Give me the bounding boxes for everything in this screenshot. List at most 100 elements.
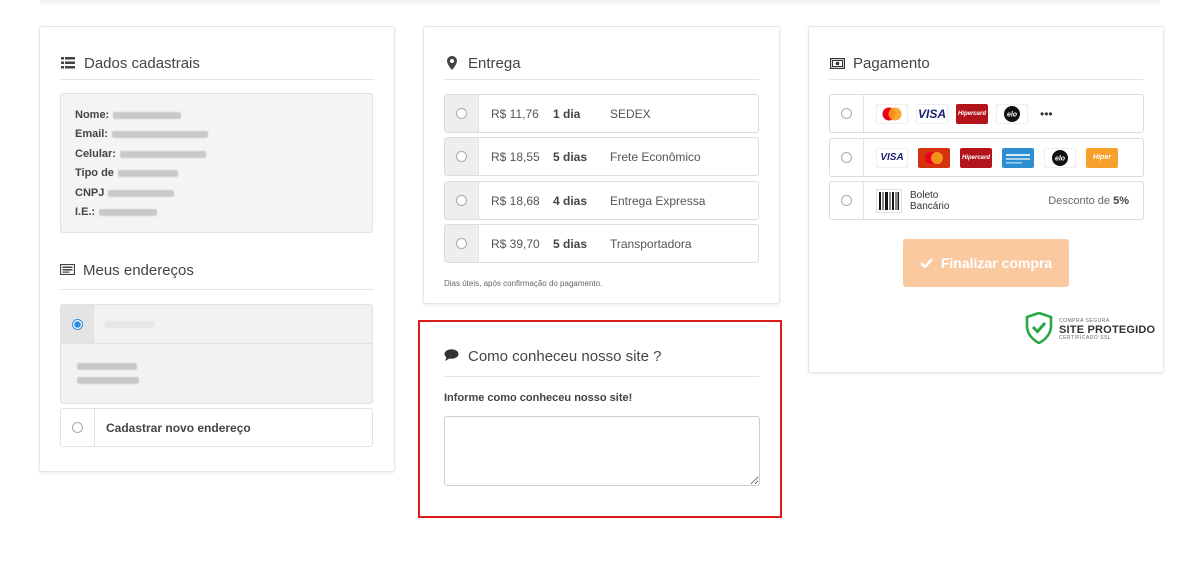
meus-enderecos-title: Meus endereços [59, 251, 374, 290]
info-row-email: Email: [75, 125, 358, 144]
hipercard-icon: Hipercard [956, 103, 988, 124]
payment-radio[interactable] [841, 195, 852, 206]
mastercard-icon [876, 103, 908, 124]
shipping-note: Dias úteis, após confirmação do pagament… [444, 279, 603, 288]
check-icon [920, 255, 933, 271]
entrega-panel: Entrega R$ 11,76 1 dia SEDEX R$ 18,55 5 … [423, 26, 780, 304]
more-cards-icon: ••• [1040, 106, 1053, 121]
payment-radio[interactable] [841, 152, 852, 163]
redacted-value [112, 131, 209, 139]
shipping-radio[interactable] [456, 238, 467, 249]
shipping-option-economico[interactable]: R$ 18,55 5 dias Frete Econômico [444, 137, 759, 176]
site-protegido-seal: COMPRA SEGURA SITE PROTEGIDO CERTIFICADO… [1025, 311, 1155, 349]
shipping-name: SEDEX [610, 106, 651, 121]
elo-icon: elo [1044, 147, 1076, 168]
redacted-value [77, 363, 137, 370]
boleto-label: Boleto Bancário [910, 190, 949, 212]
pagamento-panel: Pagamento VISA Hipercard elo ••• VISA Hi… [808, 26, 1164, 373]
shipping-option-sedex[interactable]: R$ 11,76 1 dia SEDEX [444, 94, 759, 133]
info-label: Tipo de [75, 167, 114, 180]
redacted-value [77, 377, 139, 384]
new-address-radio-cell [61, 409, 95, 446]
shield-check-icon [1025, 311, 1053, 349]
redacted-value [119, 150, 206, 158]
redacted-value [99, 209, 158, 217]
shipping-radio-cell [445, 138, 479, 175]
saved-address-option[interactable] [60, 304, 373, 404]
info-row-ie: I.E.: [75, 203, 358, 222]
shipping-radio-cell [445, 225, 479, 262]
entrega-label: Entrega [468, 54, 521, 72]
shipping-radio[interactable] [456, 151, 467, 162]
barcode-icon [876, 188, 902, 213]
shipping-radio[interactable] [456, 195, 467, 206]
top-shadow [40, 0, 1160, 6]
finalizar-compra-label: Finalizar compra [940, 255, 1053, 271]
redacted-value [105, 321, 155, 328]
shipping-name: Frete Econômico [610, 149, 701, 164]
visa-icon: VISA [876, 147, 908, 168]
hipercard-icon: Hipercard [960, 147, 992, 168]
finalizar-compra-button[interactable]: Finalizar compra [903, 239, 1069, 287]
shipping-price: R$ 18,68 [491, 193, 540, 208]
new-address-label: Cadastrar novo endereço [106, 420, 251, 435]
map-marker-icon [444, 56, 460, 70]
como-conheceu-field-label: Informe como conheceu nosso site! [444, 392, 633, 404]
shipping-name: Transportadora [610, 236, 692, 251]
info-label: Celular: [75, 147, 116, 160]
seal-bottom-text: CERTIFICADO SSL [1059, 335, 1112, 342]
info-label: I.E.: [75, 206, 96, 219]
meus-enderecos-label: Meus endereços [83, 261, 194, 279]
saved-address-radio[interactable] [72, 318, 83, 330]
pagamento-title: Pagamento [829, 47, 1143, 80]
elo-text: elo [1055, 155, 1066, 162]
new-address-option[interactable]: Cadastrar novo endereço [60, 408, 373, 447]
hiper-icon: Hiper [1086, 147, 1118, 168]
payment-radio[interactable] [841, 108, 852, 119]
mastercard-icon [918, 147, 950, 168]
hipercard-text: Hipercard [961, 154, 990, 161]
info-row-tipo: Tipo de [75, 164, 358, 183]
shipping-name: Entrega Expressa [610, 193, 706, 208]
payment-option-credit-card[interactable]: VISA Hipercard elo ••• [829, 94, 1144, 133]
shipping-radio-cell [445, 182, 479, 219]
dados-cadastrais-label: Dados cadastrais [84, 54, 200, 72]
discount-prefix: Desconto de [1048, 194, 1111, 207]
shipping-radio[interactable] [456, 108, 467, 119]
shipping-days: 4 dias [553, 193, 588, 208]
new-address-radio[interactable] [72, 422, 83, 433]
credit-card-brands: VISA Hipercard elo ••• [876, 103, 1053, 124]
boleto-discount: Desconto de 5% [1048, 195, 1129, 207]
saved-address-radio-cell [61, 305, 94, 343]
dados-cadastrais-panel: Dados cadastrais Nome: Email: Celular: T… [39, 26, 395, 472]
info-row-celular: Celular: [75, 145, 358, 164]
shipping-price: R$ 11,76 [491, 106, 539, 121]
info-label: CNPJ [75, 186, 105, 199]
hiper-text: Hiper [1093, 154, 1111, 161]
payment-radio-cell [830, 182, 864, 219]
shipping-option-expressa[interactable]: R$ 18,68 4 dias Entrega Expressa [444, 181, 759, 220]
payment-radio-cell [830, 95, 864, 132]
debit-card-brands: VISA Hipercard elo Hiper [876, 147, 1118, 168]
info-label: Nome: [75, 109, 110, 121]
shipping-option-transportadora[interactable]: R$ 39,70 5 dias Transportadora [444, 224, 759, 263]
redacted-value [108, 189, 175, 197]
visa-text: VISA [917, 106, 946, 121]
shipping-days: 1 dia [553, 106, 581, 121]
shipping-price: R$ 18,55 [491, 149, 540, 164]
boleto-line2: Bancário [910, 200, 950, 212]
como-conheceu-textarea[interactable] [444, 416, 760, 486]
dados-cadastrais-title: Dados cadastrais [60, 47, 374, 80]
redacted-value [117, 170, 178, 178]
shipping-price: R$ 39,70 [491, 236, 540, 251]
hipercard-text: Hipercard [957, 110, 986, 117]
como-conheceu-title: Como conheceu nosso site ? [444, 336, 759, 377]
comment-icon [444, 348, 459, 365]
customer-info-box: Nome: Email: Celular: Tipo de CNPJ I.E.: [60, 93, 373, 233]
payment-option-debit-card[interactable]: VISA Hipercard elo Hiper [829, 138, 1144, 177]
money-icon [829, 57, 845, 69]
address-card-icon [59, 262, 76, 279]
list-icon [60, 57, 76, 69]
payment-option-boleto[interactable]: Boleto Bancário Desconto de 5% [829, 181, 1144, 220]
seal-text: COMPRA SEGURA SITE PROTEGIDO CERTIFICADO… [1059, 319, 1155, 341]
